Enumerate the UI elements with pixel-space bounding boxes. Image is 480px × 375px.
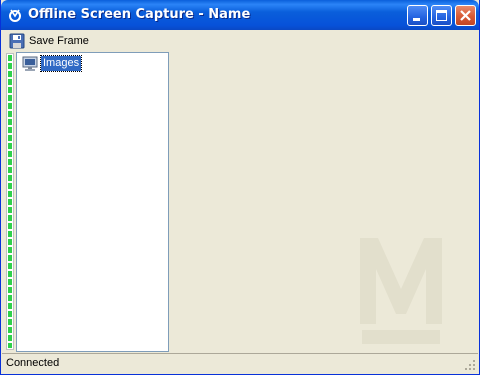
progress-bar bbox=[6, 53, 14, 350]
status-text: Connected bbox=[6, 357, 60, 369]
title-bar[interactable]: Offline Screen Capture - Name bbox=[1, 0, 479, 30]
close-icon bbox=[460, 10, 471, 21]
maximize-button[interactable] bbox=[431, 5, 452, 26]
app-window: Offline Screen Capture - Name Save Frame… bbox=[0, 0, 480, 375]
monitor-icon bbox=[22, 56, 38, 72]
window-title: Offline Screen Capture - Name bbox=[28, 7, 251, 22]
save-frame-label: Save Frame bbox=[29, 35, 89, 47]
preview-area bbox=[170, 52, 476, 352]
capture-app-icon[interactable] bbox=[7, 7, 23, 23]
close-button[interactable] bbox=[455, 5, 476, 26]
resize-grip-icon[interactable] bbox=[464, 359, 476, 371]
minimize-button[interactable] bbox=[407, 5, 428, 26]
status-bar: Connected bbox=[2, 353, 478, 373]
m-logo-watermark bbox=[360, 238, 442, 344]
tree-view[interactable]: Images bbox=[16, 52, 169, 352]
minimize-icon bbox=[413, 18, 420, 21]
save-frame-button[interactable]: Save Frame bbox=[8, 33, 92, 51]
floppy-disk-icon bbox=[9, 33, 25, 49]
maximize-icon bbox=[436, 10, 447, 21]
progress-fill bbox=[8, 55, 12, 348]
tree-item-label: Images bbox=[39, 55, 83, 72]
